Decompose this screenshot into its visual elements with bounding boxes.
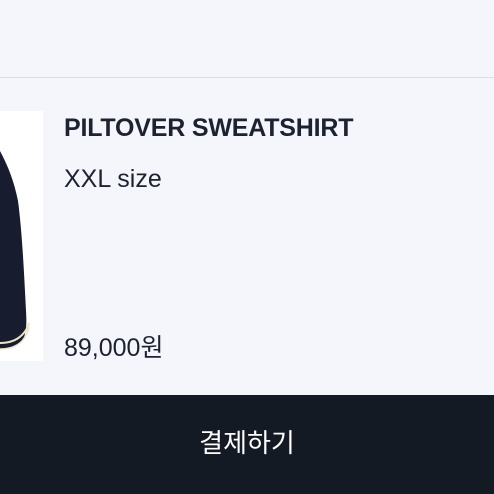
checkout-button[interactable]: 결제하기: [0, 395, 494, 494]
product-size: XXL size: [64, 165, 162, 193]
product-price: 89,000원: [64, 334, 164, 362]
product-name: PILTOVER SWEATSHIRT: [64, 114, 354, 142]
checkout-button-label: 결제하기: [199, 429, 295, 459]
sweatshirt-thumbnail: [0, 151, 30, 350]
top-area: [0, 0, 494, 77]
product-image[interactable]: [0, 111, 43, 361]
product-card[interactable]: PILTOVER SWEATSHIRT XXL size 89,000원: [0, 78, 494, 395]
